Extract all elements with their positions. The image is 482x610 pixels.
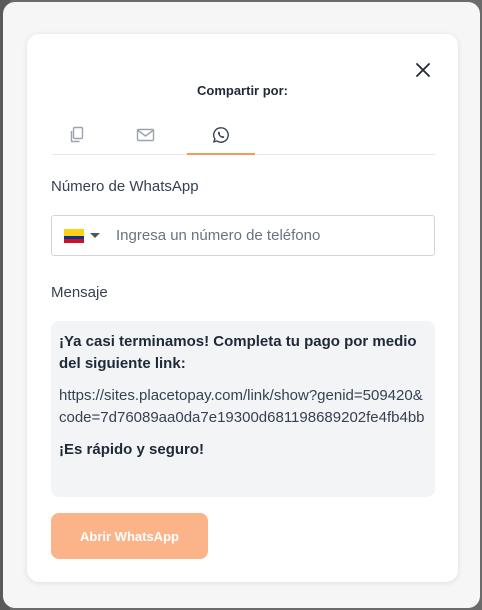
message-closing: ¡Es rápido y seguro!	[59, 441, 205, 458]
phone-field	[51, 215, 435, 256]
close-button[interactable]	[411, 58, 435, 82]
tab-copy[interactable]	[43, 123, 111, 155]
close-icon	[416, 63, 430, 77]
phone-input[interactable]	[113, 216, 434, 255]
share-title: Compartir por:	[197, 83, 288, 98]
message-intro: ¡Ya casi terminamos! Completa tu pago po…	[59, 333, 417, 372]
chevron-down-icon	[90, 233, 100, 238]
message-link: https://sites.placetopay.com/link/show?g…	[59, 387, 425, 426]
share-dialog	[27, 34, 458, 582]
copy-icon	[70, 126, 84, 143]
colombia-flag-icon	[64, 228, 84, 243]
phone-label: Número de WhatsApp	[51, 178, 199, 195]
mail-icon	[136, 128, 154, 142]
tab-whatsapp[interactable]	[187, 123, 255, 155]
tab-email[interactable]	[111, 123, 179, 155]
open-whatsapp-button[interactable]: Abrir WhatsApp	[51, 513, 208, 559]
whatsapp-icon	[212, 127, 229, 143]
message-box: ¡Ya casi terminamos! Completa tu pago po…	[51, 321, 435, 497]
country-select[interactable]	[52, 216, 113, 255]
message-label: Mensaje	[51, 284, 108, 301]
